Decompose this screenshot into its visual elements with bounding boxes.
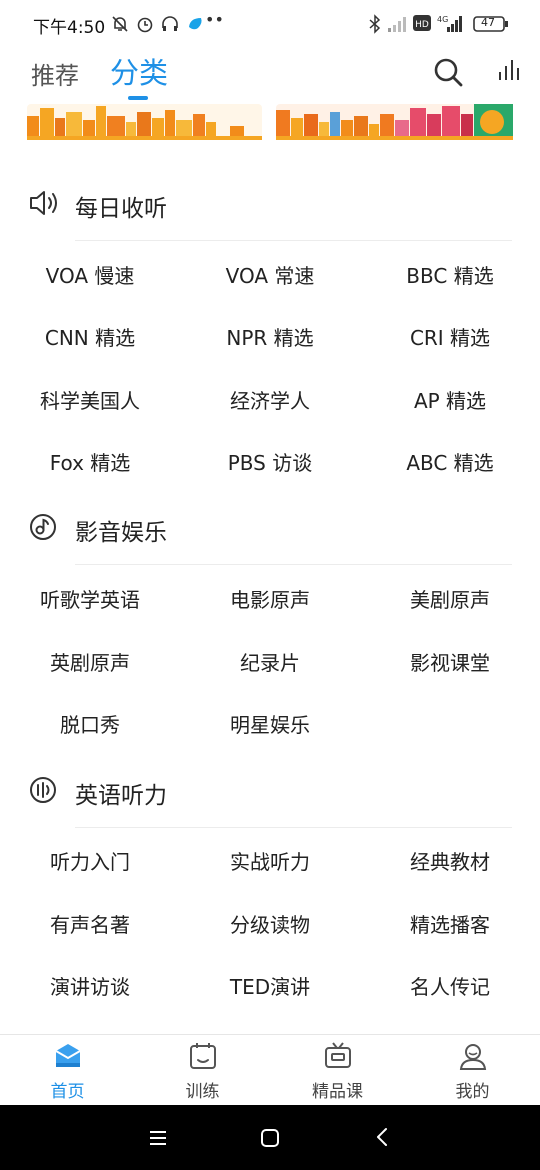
category-item[interactable]: 分级读物 xyxy=(180,909,360,938)
nav-mine-label: 我的 xyxy=(455,1082,490,1102)
category-item[interactable]: AP 精选 xyxy=(360,385,540,414)
nav-train[interactable]: 训练 xyxy=(135,1041,270,1102)
section-divider xyxy=(75,240,512,241)
recent-apps-icon[interactable] xyxy=(148,1129,168,1147)
search-icon[interactable] xyxy=(432,56,464,88)
section-divider xyxy=(75,564,512,565)
status-time: 下午4:50 xyxy=(33,18,106,38)
category-item[interactable]: CRI 精选 xyxy=(360,322,540,351)
nav-mine[interactable]: 我的 xyxy=(405,1041,540,1102)
category-item[interactable]: 听歌学英语 xyxy=(0,584,180,613)
tab-recommend[interactable]: 推荐 xyxy=(31,56,79,91)
home-icon xyxy=(54,1044,81,1067)
bluetooth-icon xyxy=(369,14,381,34)
category-item[interactable]: 听力入门 xyxy=(0,846,180,875)
category-item[interactable]: 实战听力 xyxy=(180,846,360,875)
category-item[interactable]: BBC 精选 xyxy=(360,260,540,289)
top-tab-bar: 推荐 分类 xyxy=(0,48,540,108)
listening-icon xyxy=(30,777,56,803)
section-title-daily-listening: 每日收听 xyxy=(75,196,167,222)
section-title-entertainment: 影音娱乐 xyxy=(75,520,167,546)
banner-left[interactable] xyxy=(27,104,262,140)
nav-premium-label: 精品课 xyxy=(312,1082,363,1102)
svg-text:4G: 4G xyxy=(437,15,448,24)
category-item[interactable]: 有声名著 xyxy=(0,909,180,938)
bottom-nav: 首页 训练 精品课 我的 xyxy=(0,1034,540,1106)
battery-level: 47 xyxy=(481,16,495,29)
mute-bell-icon xyxy=(112,16,128,32)
nav-train-label: 训练 xyxy=(185,1082,220,1102)
banner-right[interactable] xyxy=(276,104,513,140)
more-notifications-icon: •• xyxy=(205,10,224,29)
home-button-icon[interactable] xyxy=(260,1128,280,1148)
category-item[interactable]: TED演讲 xyxy=(180,971,360,1000)
category-item[interactable]: CNN 精选 xyxy=(0,322,180,351)
hd-icon: HD xyxy=(413,15,431,31)
section-divider xyxy=(75,827,512,828)
category-item[interactable]: 电影原声 xyxy=(180,584,360,613)
train-icon xyxy=(189,1043,216,1069)
nav-home-label: 首页 xyxy=(50,1082,85,1102)
tab-category[interactable]: 分类 xyxy=(110,50,168,92)
system-nav-bar xyxy=(0,1105,540,1170)
stats-icon[interactable] xyxy=(497,56,523,88)
category-item[interactable]: 脱口秀 xyxy=(0,709,180,738)
nav-home[interactable]: 首页 xyxy=(0,1041,135,1102)
app-notification-icon xyxy=(189,18,202,30)
category-item[interactable]: 美剧原声 xyxy=(360,584,540,613)
speaker-icon xyxy=(30,191,57,215)
category-item[interactable]: 经济学人 xyxy=(180,385,360,414)
category-item[interactable]: ABC 精选 xyxy=(360,447,540,476)
signal-4g-icon: 4G xyxy=(437,15,462,32)
status-bar: 下午4:50 •• HD 4G 47 xyxy=(0,0,540,48)
tv-course-icon xyxy=(324,1042,351,1068)
alarm-icon xyxy=(137,17,153,33)
category-item[interactable]: 经典教材 xyxy=(360,846,540,875)
category-item[interactable]: 名人传记 xyxy=(360,971,540,1000)
category-item[interactable]: 演讲访谈 xyxy=(0,971,180,1000)
category-item[interactable]: VOA 慢速 xyxy=(0,260,180,289)
svg-text:HD: HD xyxy=(415,20,429,30)
category-item[interactable]: PBS 访谈 xyxy=(180,447,360,476)
headphones-icon xyxy=(162,16,178,31)
category-item[interactable]: 纪录片 xyxy=(180,647,360,676)
category-item[interactable]: 科学美国人 xyxy=(0,385,180,414)
user-icon xyxy=(459,1044,486,1070)
category-item[interactable]: Fox 精选 xyxy=(0,447,180,476)
nav-premium[interactable]: 精品课 xyxy=(270,1041,405,1102)
back-icon[interactable] xyxy=(374,1127,390,1147)
banner-carousel[interactable] xyxy=(0,100,540,142)
category-item[interactable]: 影视课堂 xyxy=(360,647,540,676)
category-item[interactable]: 精选播客 xyxy=(360,909,540,938)
section-title-english-listening: 英语听力 xyxy=(75,783,167,809)
category-item[interactable]: 明星娱乐 xyxy=(180,709,360,738)
category-item[interactable]: VOA 常速 xyxy=(180,260,360,289)
music-disc-icon xyxy=(30,514,56,540)
category-item[interactable]: NPR 精选 xyxy=(180,322,360,351)
category-item[interactable]: 英剧原声 xyxy=(0,647,180,676)
signal-weak-icon xyxy=(388,17,406,32)
